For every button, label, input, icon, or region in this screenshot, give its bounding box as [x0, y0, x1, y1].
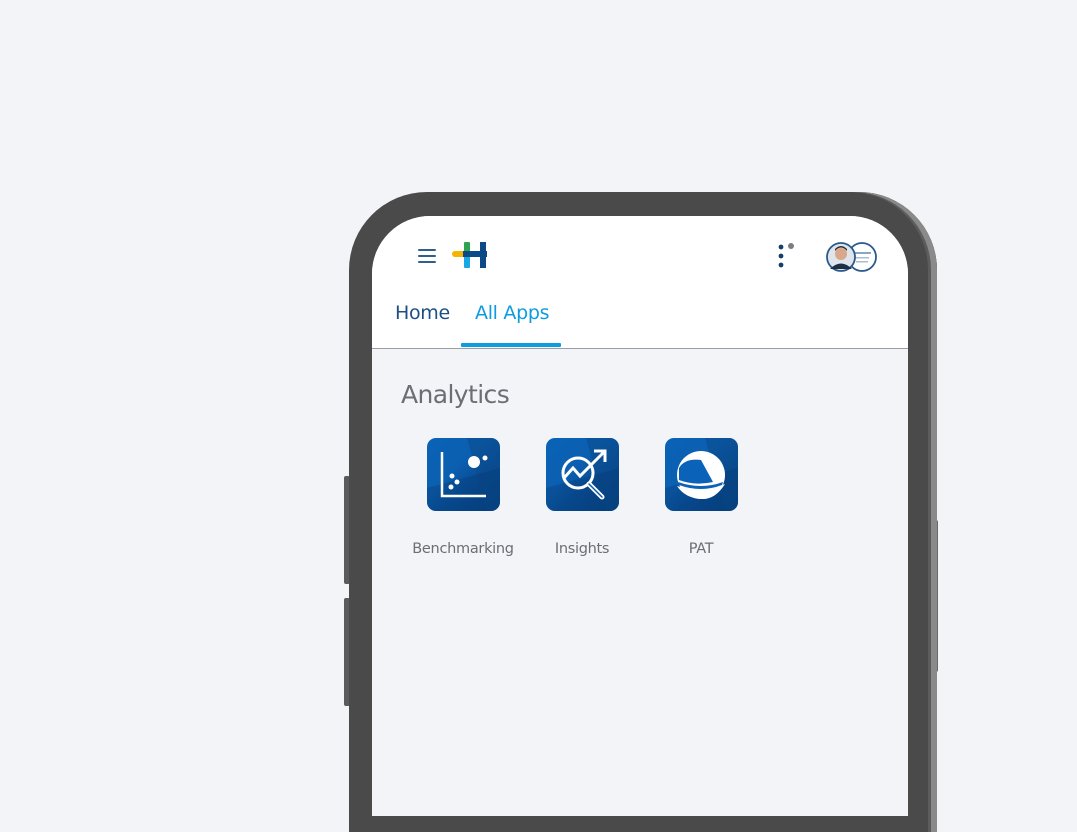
hamburger-menu-icon[interactable]	[418, 249, 436, 265]
h-plus-logo-icon[interactable]	[452, 240, 488, 270]
app-tile[interactable]	[664, 438, 738, 511]
tab-all-apps[interactable]: All Apps	[475, 302, 550, 324]
app-label: Insights	[554, 541, 610, 557]
user-avatar-pair-icon[interactable]	[824, 240, 880, 274]
app-label: Benchmarking	[412, 541, 514, 557]
app-tile[interactable]	[426, 438, 500, 511]
app-bar: Home All Apps	[372, 216, 908, 349]
tab-bar: Home All Apps	[372, 296, 908, 348]
phone-screen: Home All Apps Analytics Benchmarking Ins…	[372, 216, 908, 816]
globe-swoosh-icon	[664, 438, 738, 511]
app-benchmarking[interactable]: Benchmarking	[408, 438, 518, 557]
kebab-dots-icon[interactable]	[776, 242, 798, 270]
section-title: Analytics	[401, 380, 510, 409]
active-tab-indicator	[461, 343, 561, 347]
app-tile[interactable]	[545, 438, 619, 511]
app-pat[interactable]: PAT	[646, 438, 756, 557]
tab-home[interactable]: Home	[395, 302, 450, 324]
app-insights[interactable]: Insights	[527, 438, 637, 557]
magnifier-trend-icon	[545, 438, 619, 511]
app-label: PAT	[688, 541, 714, 557]
scatter-chart-icon	[426, 438, 500, 511]
